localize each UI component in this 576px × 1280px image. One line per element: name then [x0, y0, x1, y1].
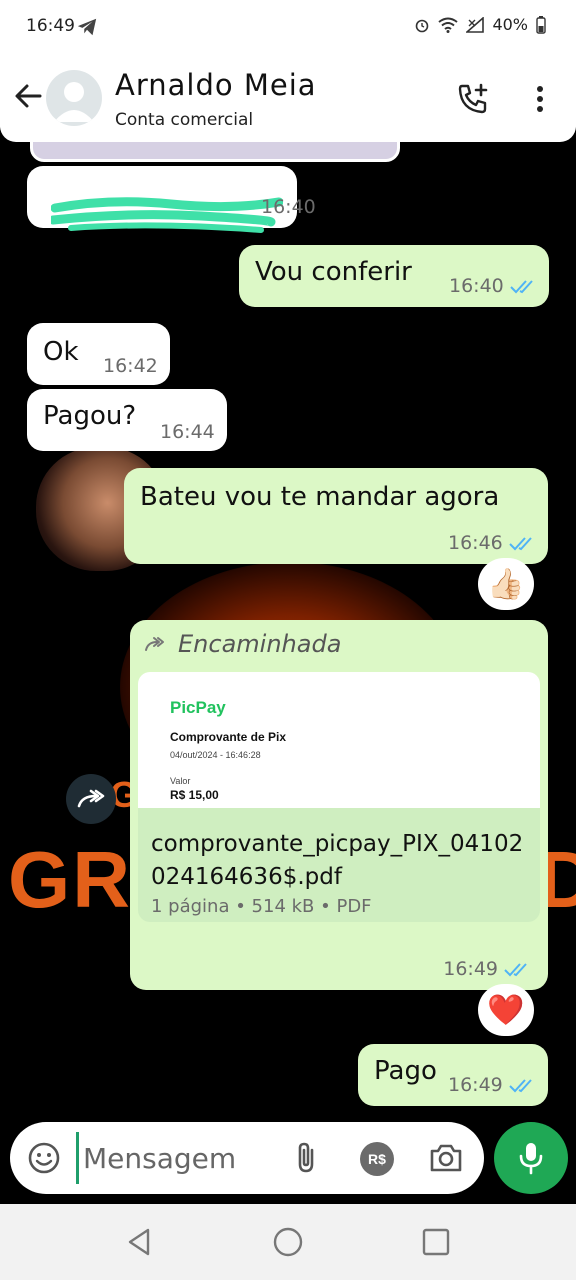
phone-plus-icon [458, 83, 488, 114]
message-bubble-in[interactable]: 16:40 [27, 166, 316, 233]
voice-message-button[interactable] [494, 1122, 568, 1194]
message-time: 16:40 [449, 275, 504, 297]
message-composer: R$ [10, 1122, 484, 1194]
message-time: 16:49 [448, 1074, 503, 1096]
receipt-value: R$ 15,00 [170, 788, 219, 802]
paperclip-icon[interactable] [288, 1140, 324, 1176]
read-ticks-icon [510, 280, 533, 294]
forwarded-icon [145, 637, 164, 651]
contact-subtitle: Conta comercial [115, 110, 254, 130]
message-bubble-in[interactable]: Pagou? 16:44 [27, 389, 227, 451]
message-time: 16:42 [103, 355, 158, 377]
payment-button[interactable]: R$ [360, 1142, 394, 1176]
chat-area[interactable]: GRU D G 16:40 Vou conferir 16:40 Ok 16:4… [0, 142, 576, 1202]
add-call-button[interactable] [452, 78, 494, 120]
message-text: Ok [43, 337, 79, 367]
status-time: 16:49 [26, 16, 75, 36]
document-file-name: comprovante_picpay_PIX_04102024164636$.p… [151, 831, 524, 890]
read-ticks-icon [504, 963, 527, 977]
chat-header: Arnaldo Meia Conta comercial [0, 56, 576, 142]
document-file[interactable]: comprovante_picpay_PIX_04102024164636$.p… [138, 808, 540, 922]
receipt-date: 04/out/2024 - 16:46:28 [170, 750, 261, 760]
message-meta: 16:46 [448, 532, 537, 554]
back-button[interactable] [8, 76, 48, 116]
read-ticks-icon [509, 1079, 532, 1093]
telegram-icon [77, 18, 97, 36]
message-bubble-out[interactable]: Vou conferir 16:40 [239, 245, 549, 307]
picpay-logo: PicPay [170, 698, 226, 717]
message-bubble-in[interactable]: Ok 16:42 [27, 323, 170, 385]
message-meta: 16:49 [448, 1074, 537, 1096]
message-text: Pago [374, 1056, 437, 1086]
status-bar: 16:49 40% [0, 0, 576, 56]
read-ticks-icon [509, 537, 532, 551]
forwarded-label: Encaminhada [144, 630, 341, 658]
forwarded-text: Encaminhada [178, 630, 342, 658]
wifi-icon [438, 17, 459, 33]
signal-icon [466, 16, 485, 33]
receipt-value-label: Valor [170, 776, 191, 786]
alarm-icon [416, 19, 429, 32]
contact-name[interactable]: Arnaldo Meia [115, 68, 317, 102]
message-meta: 16:40 [449, 275, 538, 297]
battery-percent: 40% [492, 15, 528, 34]
previous-message-partial [30, 142, 400, 162]
message-bubble-out[interactable]: Bateu vou te mandar agora 16:46 [124, 468, 548, 564]
reaction-badge[interactable]: ❤️ [478, 984, 534, 1036]
nav-recent-apps-icon[interactable] [420, 1226, 452, 1258]
message-meta: 16:49 [443, 958, 532, 980]
dots-vertical-icon [537, 86, 543, 112]
message-time: 16:46 [448, 532, 503, 554]
message-time: 16:49 [443, 958, 498, 980]
receipt-title: Comprovante de Pix [170, 730, 287, 744]
camera-icon[interactable] [428, 1140, 464, 1176]
message-time: 16:44 [160, 421, 215, 443]
forward-arrow-icon [77, 789, 105, 808]
battery-icon [536, 15, 546, 34]
message-text: Vou conferir [255, 257, 412, 287]
system-nav-bar [0, 1204, 576, 1280]
arrow-left-icon [15, 84, 42, 108]
message-bubble-out[interactable]: Pago 16:49 [358, 1044, 548, 1106]
avatar[interactable] [46, 70, 102, 126]
message-time: 16:40 [261, 196, 316, 218]
default-avatar-icon [54, 82, 94, 122]
message-input[interactable] [76, 1132, 276, 1184]
status-icons: 40% [414, 15, 546, 34]
more-options-button[interactable] [522, 78, 558, 120]
document-preview[interactable]: PicPay Comprovante de Pix 04/out/2024 - … [138, 672, 540, 808]
emoji-icon[interactable] [26, 1140, 62, 1176]
message-text: Pagou? [43, 401, 137, 431]
document-file-info: 1 página • 514 kB • PDF [151, 896, 372, 917]
microphone-icon [519, 1143, 543, 1175]
forwarded-document-message[interactable]: Encaminhada PicPay Comprovante de Pix 04… [130, 620, 548, 990]
forward-button[interactable] [66, 774, 116, 824]
nav-home-icon[interactable] [272, 1226, 304, 1258]
reaction-badge[interactable]: 👍🏻 [478, 558, 534, 610]
message-text: Bateu vou te mandar agora [140, 482, 500, 512]
nav-back-icon[interactable] [124, 1226, 156, 1258]
redaction-scribble [51, 197, 283, 233]
